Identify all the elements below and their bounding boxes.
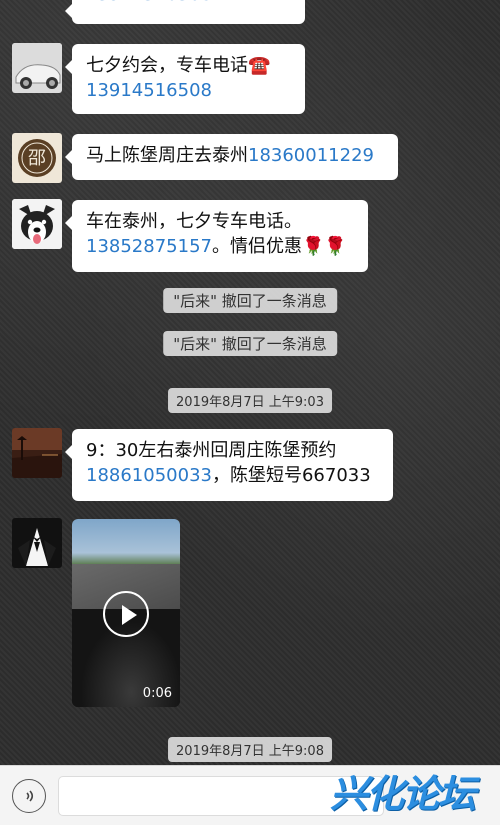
message-bubble[interactable]: 车在泰州，七夕专车电话。 13852875157。情侣优惠🌹🌹 [65,200,368,272]
message-text: ，陈堡短号667033 [211,465,371,486]
message-text: 。情侣优惠🌹🌹 [211,236,347,257]
phone-link[interactable]: 18360011229 [248,145,374,166]
recall-notice: "后来" 撤回了一条消息 [163,288,337,313]
recall-notice: "后来" 撤回了一条消息 [163,331,337,356]
phone-link[interactable]: 13914516508 [86,78,291,103]
play-icon[interactable] [103,591,149,637]
video-duration: 0:06 [142,686,172,701]
avatar[interactable] [12,428,62,478]
voice-icon [26,790,34,802]
message-bubble[interactable]: 七夕约会，专车电话☎️ 13914516508 [65,44,305,114]
message-bubble[interactable]: 马上陈堡周庄去泰州18360011229 [65,134,398,180]
avatar[interactable] [12,43,62,93]
sunset-avatar-icon [12,428,62,478]
message-text: 9：30左右泰州回周庄陈堡预约 [86,440,337,461]
timestamp: 2019年8月7日 上午9:03 [168,388,332,413]
car-photo-icon [12,43,62,93]
phone-link[interactable]: 13852875157 [86,236,212,257]
suit-avatar-icon [12,518,62,568]
message-text: 车在泰州，七夕专车电话。 [86,211,302,232]
message-bubble[interactable]: 13914516508 [65,0,305,24]
phone-link[interactable]: 18861050033 [86,465,212,486]
dog-avatar-icon [12,199,62,249]
avatar-seal-text: 邵 [28,148,46,169]
message-text: 七夕约会，专车电话☎️ [86,55,271,76]
voice-input-button[interactable] [12,779,46,813]
video-message[interactable]: 0:06 [72,519,180,707]
avatar[interactable] [12,199,62,249]
message-text: 马上陈堡周庄去泰州 [86,145,248,166]
avatar[interactable]: 邵 [12,133,62,183]
phone-link[interactable]: 13914516508 [86,0,212,7]
forum-watermark: 兴化论坛 [330,772,476,816]
timestamp: 2019年8月7日 上午9:08 [168,737,332,762]
chat-area[interactable]: 13914516508 七夕约会，专车电话☎️ 13914516508 邵 马上… [0,0,500,765]
message-bubble[interactable]: 9：30左右泰州回周庄陈堡预约 18861050033，陈堡短号667033 [65,429,393,501]
avatar[interactable] [12,518,62,568]
